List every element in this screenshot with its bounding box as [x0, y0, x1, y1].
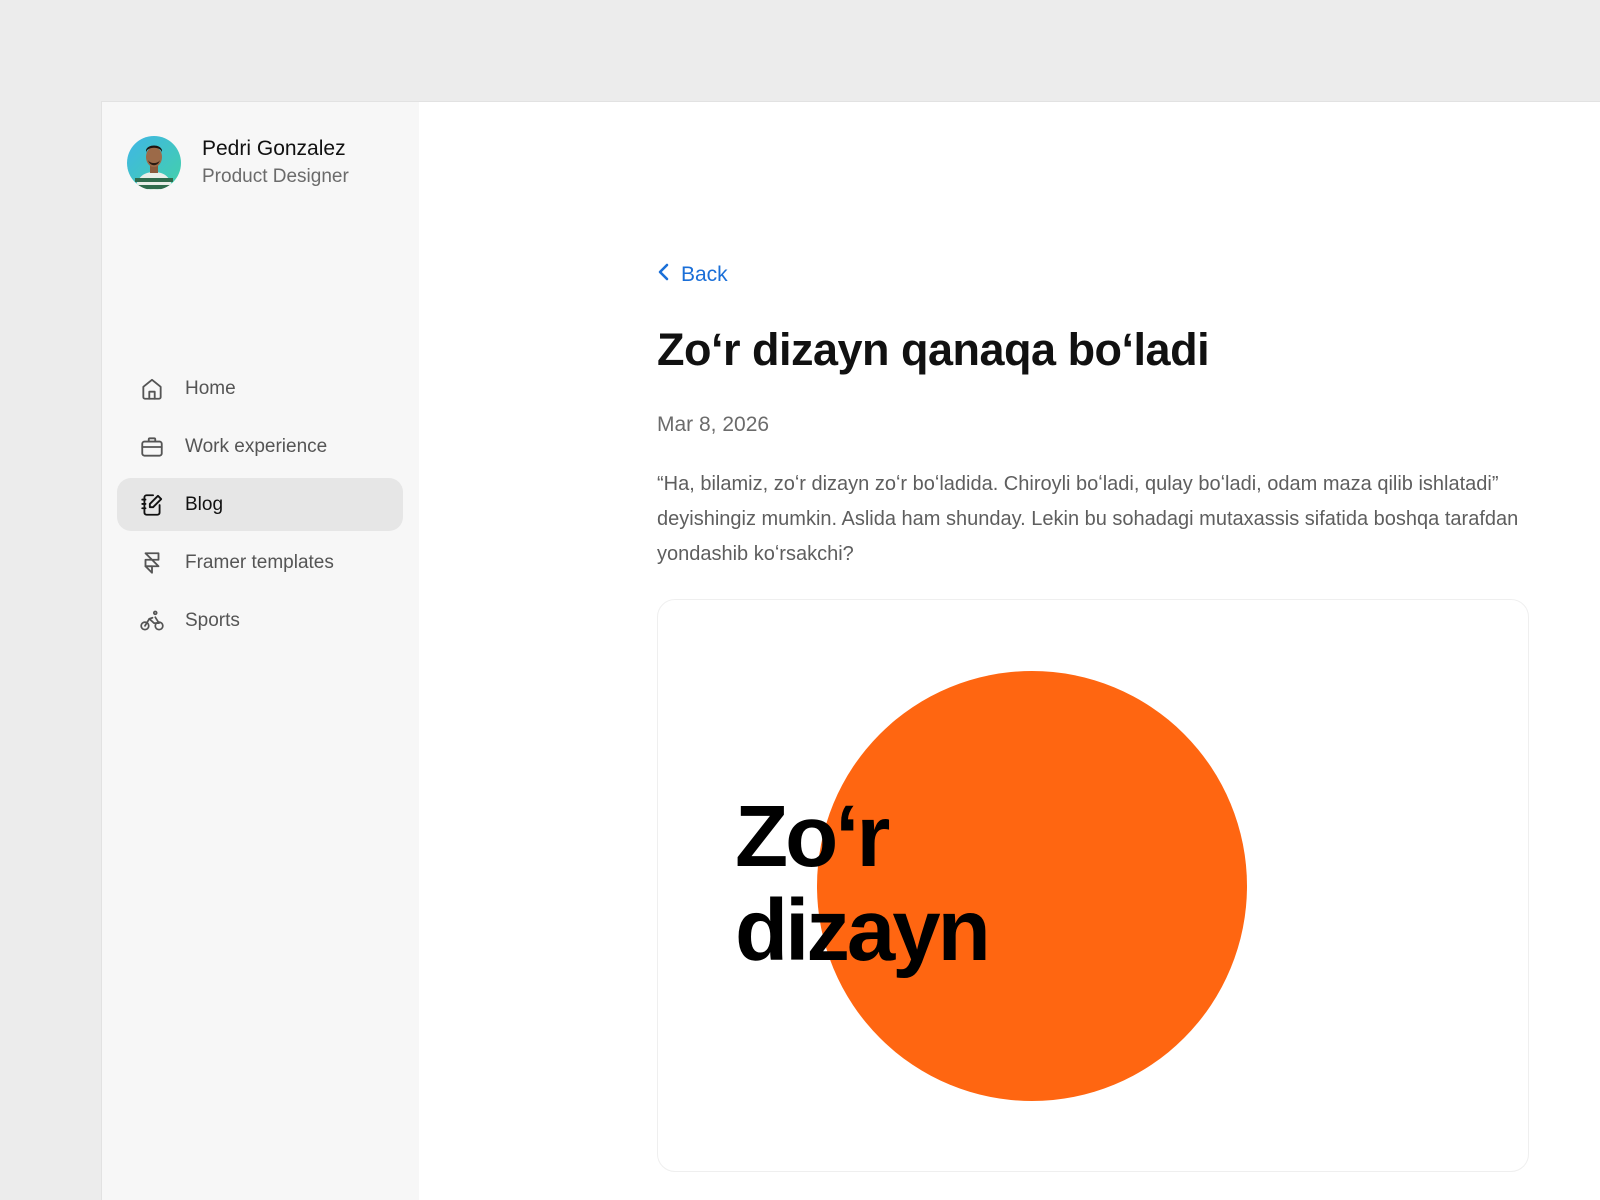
sidebar-item-sports[interactable]: Sports [117, 594, 403, 647]
sidebar-item-label: Framer templates [185, 551, 334, 573]
sidebar-item-blog[interactable]: Blog [117, 478, 403, 531]
cover-line-2: dizayn [735, 882, 991, 979]
sidebar-item-label: Blog [185, 493, 224, 515]
profile-name: Pedri Gonzalez [202, 137, 346, 160]
profile: Pedri Gonzalez Product Designer [127, 135, 349, 191]
sidebar-item-home[interactable]: Home [117, 362, 403, 415]
cover-image: Zoʻr dizayn [657, 599, 1529, 1172]
sidebar-item-label: Home [185, 377, 236, 399]
sidebar-item-work-experience[interactable]: Work experience [117, 420, 403, 473]
article-title: Zoʻr dizayn qanaqa boʻladi [657, 324, 1210, 375]
chevron-left-icon [657, 262, 671, 288]
cover-line-1: Zoʻr [735, 788, 890, 885]
notebook-edit-icon [138, 491, 166, 519]
profile-role: Product Designer [202, 166, 349, 187]
sidebar-item-label: Sports [185, 609, 240, 631]
article-excerpt: “Ha, bilamiz, zoʻr dizayn zoʻr boʻladida… [657, 473, 1519, 565]
framer-icon [138, 549, 166, 577]
cover-text: Zoʻr dizayn [735, 788, 991, 979]
sidebar-nav: Home Work experience Blog Framer templat… [117, 362, 403, 652]
sidebar-item-label: Work experience [185, 435, 328, 457]
article-date: Mar 8, 2026 [657, 413, 770, 436]
app-window: Pedri Gonzalez Product Designer Home Wor… [101, 101, 1600, 1200]
back-label: Back [681, 263, 728, 286]
briefcase-icon [138, 433, 166, 461]
home-icon [138, 375, 166, 403]
sidebar: Pedri Gonzalez Product Designer Home Wor… [102, 102, 419, 1200]
back-link[interactable]: Back [657, 262, 728, 288]
avatar [127, 136, 181, 190]
bicycle-icon [138, 607, 166, 635]
sidebar-item-framer-templates[interactable]: Framer templates [117, 536, 403, 589]
